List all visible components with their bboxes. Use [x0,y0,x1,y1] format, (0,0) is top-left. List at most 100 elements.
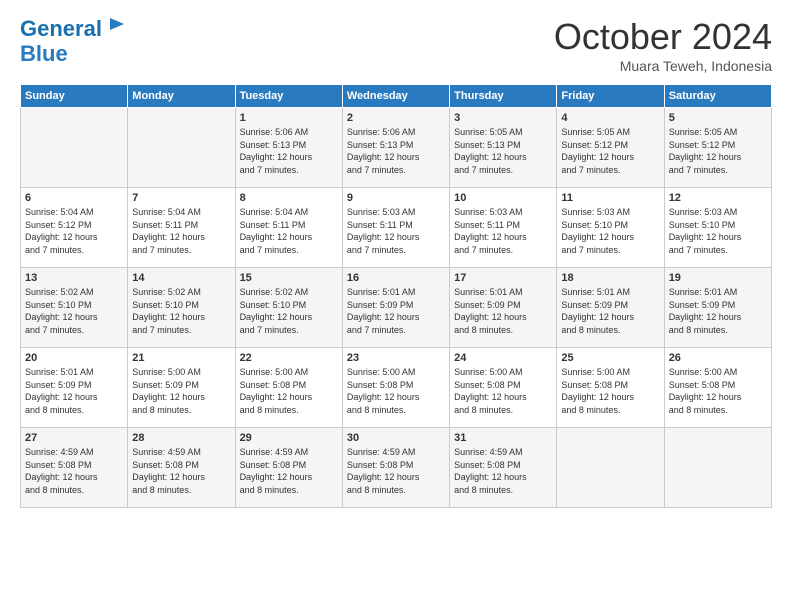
day-detail: and 8 minutes. [25,485,84,495]
day-detail: and 7 minutes. [25,245,84,255]
day-detail: Daylight: 12 hours [347,312,420,322]
calendar-cell: 25Sunrise: 5:00 AMSunset: 5:08 PMDayligh… [557,348,664,428]
day-number: 8 [240,192,338,204]
day-detail: Sunset: 5:12 PM [669,140,736,150]
day-detail: and 7 minutes. [25,325,84,335]
day-detail: and 7 minutes. [240,325,299,335]
col-sunday: Sunday [21,85,128,108]
day-detail: Daylight: 12 hours [561,232,634,242]
col-monday: Monday [128,85,235,108]
day-detail: Sunset: 5:11 PM [454,220,520,230]
calendar-cell [21,108,128,188]
day-detail: Sunrise: 5:01 AM [25,367,94,377]
day-detail: and 8 minutes. [132,405,191,415]
day-detail: Sunrise: 5:02 AM [240,287,309,297]
day-info: Sunrise: 5:00 AMSunset: 5:08 PMDaylight:… [347,366,445,416]
day-number: 16 [347,272,445,284]
day-detail: Sunset: 5:12 PM [561,140,628,150]
day-detail: and 8 minutes. [454,485,513,495]
col-tuesday: Tuesday [235,85,342,108]
day-info: Sunrise: 5:05 AMSunset: 5:12 PMDaylight:… [669,126,767,176]
day-info: Sunrise: 4:59 AM Sunset: 5:08 PM Daylight:… [25,446,123,496]
day-number: 24 [454,352,552,364]
day-number: 4 [561,112,659,124]
day-number: 14 [132,272,230,284]
calendar-cell: 1Sunrise: 5:06 AMSunset: 5:13 PMDaylight… [235,108,342,188]
day-detail: Sunrise: 5:00 AM [347,367,416,377]
day-info: Sunrise: 5:04 AMSunset: 5:11 PMDaylight:… [132,206,230,256]
day-detail: Daylight: 12 hours [454,232,527,242]
day-info: Sunrise: 5:06 AMSunset: 5:13 PMDaylight:… [347,126,445,176]
day-detail: Sunrise: 4:59 AM [132,447,201,457]
day-detail: and 8 minutes. [669,325,728,335]
week-row-3: 13Sunrise: 5:02 AMSunset: 5:10 PMDayligh… [21,268,772,348]
calendar-cell: 23Sunrise: 5:00 AMSunset: 5:08 PMDayligh… [342,348,449,428]
day-detail: and 8 minutes. [454,405,513,415]
calendar-cell: 22Sunrise: 5:00 AMSunset: 5:08 PMDayligh… [235,348,342,428]
calendar-cell: 15Sunrise: 5:02 AMSunset: 5:10 PMDayligh… [235,268,342,348]
day-detail: Daylight: 12 hours [25,472,98,482]
day-detail: Daylight: 12 hours [25,392,98,402]
day-detail: Sunset: 5:08 PM [240,460,307,470]
day-detail: Sunset: 5:13 PM [347,140,414,150]
day-number: 9 [347,192,445,204]
day-detail: and 7 minutes. [561,165,620,175]
day-detail: Sunset: 5:10 PM [132,300,199,310]
day-detail: Sunset: 5:08 PM [561,380,628,390]
day-detail: Sunset: 5:13 PM [240,140,307,150]
day-detail: Sunset: 5:09 PM [25,380,92,390]
day-detail: Sunset: 5:11 PM [240,220,306,230]
day-detail: Sunset: 5:08 PM [347,460,414,470]
day-detail: Sunrise: 5:02 AM [132,287,201,297]
calendar-cell: 10Sunrise: 5:03 AMSunset: 5:11 PMDayligh… [450,188,557,268]
day-number: 5 [669,112,767,124]
day-detail: Sunset: 5:08 PM [347,380,414,390]
day-number: 17 [454,272,552,284]
calendar-cell: 16 Sunrise: 5:01 AMSunset: 5:09 PMDayligh… [342,268,449,348]
calendar-cell: 30Sunrise: 4:59 AMSunset: 5:08 PMDayligh… [342,428,449,508]
day-detail: and 7 minutes. [669,245,728,255]
day-detail: Sunrise: 5:00 AM [132,367,201,377]
calendar-cell: 9Sunrise: 5:03 AMSunset: 5:11 PMDaylight… [342,188,449,268]
calendar-table: Sunday Monday Tuesday Wednesday Thursday… [20,84,772,508]
day-detail: Sunrise: 4:59 AM [25,447,94,457]
day-detail: Sunrise: 5:01 AM [347,287,416,297]
day-detail: Sunset: 5:08 PM [454,460,521,470]
calendar-cell: 14 Sunrise: 5:02 AM Sunset: 5:10 PM Dayligh… [128,268,235,348]
day-detail: Daylight: 12 hours [561,152,634,162]
day-detail: Sunrise: 4:59 AM [347,447,416,457]
calendar-cell [557,428,664,508]
calendar-cell [664,428,771,508]
day-detail: Daylight: 12 hours [25,312,98,322]
day-detail: Daylight: 12 hours [454,472,527,482]
day-number: 11 [561,192,659,204]
day-info: Sunrise: 5:04 AMSunset: 5:11 PMDaylight:… [240,206,338,256]
calendar-cell: 31Sunrise: 4:59 AMSunset: 5:08 PMDayligh… [450,428,557,508]
day-detail: Sunset: 5:09 PM [561,300,628,310]
calendar-cell: 6Sunrise: 5:04 AMSunset: 5:12 PMDaylight… [21,188,128,268]
day-detail: Daylight: 12 hours [669,392,742,402]
day-detail: Daylight: 12 hours [454,392,527,402]
day-info: Sunrise: 5:01 AM Sunset: 5:09 PM Daylight:… [25,366,123,416]
day-detail: Sunset: 5:08 PM [25,460,92,470]
week-row-2: 6Sunrise: 5:04 AMSunset: 5:12 PMDaylight… [21,188,772,268]
day-detail: Sunset: 5:09 PM [132,380,199,390]
day-info: Sunrise: 5:03 AMSunset: 5:11 PMDaylight:… [454,206,552,256]
day-number: 12 [669,192,767,204]
week-row-1: 1Sunrise: 5:06 AMSunset: 5:13 PMDaylight… [21,108,772,188]
day-detail: and 7 minutes. [240,165,299,175]
day-info: Sunrise: 5:01 AMSunset: 5:09 PMDaylight:… [347,286,445,336]
day-detail: Sunrise: 5:01 AM [669,287,738,297]
calendar-cell: 18Sunrise: 5:01 AMSunset: 5:09 PMDayligh… [557,268,664,348]
day-detail: Sunset: 5:12 PM [25,220,92,230]
day-detail: Daylight: 12 hours [132,312,205,322]
day-number: 22 [240,352,338,364]
header: General Blue October 2024 Muara Teweh, I… [20,16,772,74]
day-detail: Daylight: 12 hours [347,152,420,162]
day-detail: Sunset: 5:13 PM [454,140,521,150]
day-detail: Sunrise: 5:04 AM [240,207,309,217]
calendar-cell: 8Sunrise: 5:04 AMSunset: 5:11 PMDaylight… [235,188,342,268]
calendar-cell: 7Sunrise: 5:04 AMSunset: 5:11 PMDaylight… [128,188,235,268]
day-info: Sunrise: 5:04 AMSunset: 5:12 PMDaylight:… [25,206,123,256]
day-detail: Sunrise: 5:00 AM [240,367,309,377]
